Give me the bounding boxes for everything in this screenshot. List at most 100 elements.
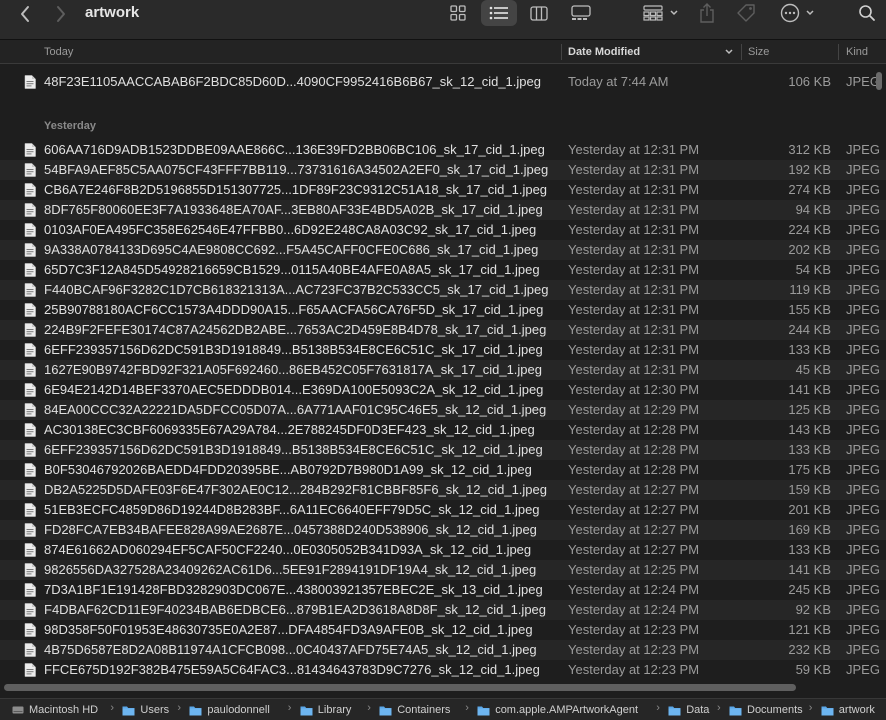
file-row[interactable]: 8DF765F80060EE3F7A1933648EA70AF...3EB80A… — [0, 200, 886, 220]
jpeg-file-icon — [24, 203, 36, 217]
window-title: artwork — [85, 4, 140, 21]
sort-chevron-icon — [725, 49, 733, 55]
path-crumb[interactable]: com.apple.AMPArtworkAgent — [477, 702, 638, 718]
file-row[interactable]: 48F23E1105AACCABAB6F2BDC85D60D...4090CF9… — [0, 72, 886, 92]
path-crumb[interactable]: Data — [668, 702, 709, 718]
file-kind: JPEG — [846, 162, 880, 177]
column-header-name[interactable]: Today — [44, 40, 73, 64]
file-row[interactable]: 25B90788180ACF6CC1573A4DDD90A15...F65AAC… — [0, 300, 886, 320]
path-crumb[interactable]: Documents — [729, 702, 803, 718]
file-row[interactable]: 6EFF239357156D62DC591B3D1918849...B5138B… — [0, 440, 886, 460]
column-header-kind[interactable]: Kind — [846, 40, 868, 64]
path-crumb[interactable]: paulodonnell — [189, 702, 270, 718]
jpeg-file-icon — [24, 403, 36, 417]
file-date-modified: Yesterday at 12:31 PM — [568, 362, 700, 377]
tag-button[interactable] — [734, 0, 758, 26]
file-kind: JPEG — [846, 562, 880, 577]
path-separator-icon: › — [808, 702, 813, 714]
horizontal-scrollbar[interactable] — [4, 684, 796, 691]
column-divider[interactable] — [741, 44, 742, 60]
file-name: 6EFF239357156D62DC591B3D1918849...B5138B… — [44, 442, 543, 457]
group-by-button[interactable] — [641, 0, 681, 26]
file-row[interactable]: 1627E90B9742FBD92F321A05F692460...86EB45… — [0, 360, 886, 380]
file-row[interactable]: 9A338A0784133D695C4AE9808CC692...F5A45CA… — [0, 240, 886, 260]
file-row[interactable]: 606AA716D9ADB1523DDBE09AAE866C...136E39F… — [0, 140, 886, 160]
file-kind: JPEG — [846, 182, 880, 197]
file-row[interactable]: 51EB3ECFC4859D86D19244D8B283BF...6A11EC6… — [0, 500, 886, 520]
share-button[interactable] — [698, 0, 716, 26]
file-size: 119 KB — [789, 282, 831, 297]
path-separator-icon: › — [287, 702, 292, 714]
file-name: DB2A5225D5DAFE03F6E47F302AE0C12...284B29… — [44, 482, 547, 497]
file-row[interactable]: AC30138EC3CBF6069335E67A29A784...2E78824… — [0, 420, 886, 440]
path-separator-icon: › — [465, 702, 469, 714]
file-row[interactable]: 84EA00CCC32A22221DA5DFCC05D07A...6A771AA… — [0, 400, 886, 420]
file-row[interactable]: 9826556DA327528A23409262AC61D6...5EE91F2… — [0, 560, 886, 580]
path-crumb[interactable]: artwork — [821, 702, 875, 718]
file-row[interactable]: DB2A5225D5DAFE03F6E47F302AE0C12...284B29… — [0, 480, 886, 500]
column-header-size[interactable]: Size — [748, 40, 769, 64]
file-kind: JPEG — [846, 202, 880, 217]
file-kind: JPEG — [846, 582, 880, 597]
file-row[interactable]: 98D358F50F01953E48630735E0A2E87...DFA485… — [0, 620, 886, 640]
file-row[interactable]: 4B75D6587E8D2A08B11974A1CFCB098...0C4043… — [0, 640, 886, 660]
file-row[interactable]: 7D3A1BF1E191428FBD3282903DC067E...438003… — [0, 580, 886, 600]
path-crumb[interactable]: Macintosh HD — [12, 702, 98, 718]
file-row[interactable]: B0F53046792026BAEDD4FDD20395BE...AB0792D… — [0, 460, 886, 480]
column-view-button[interactable] — [527, 0, 551, 26]
gallery-view-button[interactable] — [569, 0, 593, 26]
folder-icon — [477, 705, 490, 716]
icon-view-button[interactable] — [446, 0, 470, 26]
file-row[interactable]: FFCE675D192F382B475E59A5C64FAC3...814346… — [0, 660, 886, 680]
jpeg-file-icon — [24, 663, 36, 677]
share-icon — [700, 3, 714, 23]
file-row[interactable]: 874E61662AD060294EF5CAF50CF2240...0E0305… — [0, 540, 886, 560]
folder-icon — [122, 705, 135, 716]
file-kind: JPEG — [846, 502, 880, 517]
list-view-button[interactable] — [481, 0, 517, 26]
path-crumb[interactable]: Containers — [379, 702, 450, 718]
file-date-modified: Yesterday at 12:31 PM — [568, 142, 700, 157]
file-row[interactable]: 224B9F2FEFE30174C87A24562DB2ABE...7653AC… — [0, 320, 886, 340]
file-row[interactable]: 6EFF239357156D62DC591B3D1918849...B5138B… — [0, 340, 886, 360]
file-date-modified: Yesterday at 12:27 PM — [568, 542, 700, 557]
path-crumb[interactable]: Library — [300, 702, 351, 718]
file-row[interactable]: 54BFA9AEF85C5AA075CF43FFF7BB119...737316… — [0, 160, 886, 180]
file-row[interactable]: 0103AF0EA495FC358E62546E47FFBB0...6D92E2… — [0, 220, 886, 240]
folder-icon — [821, 705, 834, 716]
file-date-modified: Yesterday at 12:23 PM — [568, 642, 700, 657]
file-size: 274 KB — [788, 182, 831, 197]
column-header-date-modified[interactable]: Date Modified — [568, 40, 640, 64]
file-row[interactable]: F4DBAF62CD11E9F40234BAB6EDBCE6...879B1EA… — [0, 600, 886, 620]
file-date-modified: Today at 7:44 AM — [568, 74, 669, 89]
file-kind: JPEG — [846, 302, 880, 317]
column-divider[interactable] — [838, 44, 839, 60]
jpeg-file-icon — [24, 75, 36, 89]
column-divider[interactable] — [561, 44, 562, 60]
action-menu-button[interactable] — [777, 0, 817, 26]
chevron-left-icon — [21, 6, 29, 22]
file-row[interactable]: F440BCAF96F3282C1D7CB618321313A...AC723F… — [0, 280, 886, 300]
back-button[interactable] — [14, 3, 36, 25]
file-row[interactable]: 6E94E2142D14BEF3370AEC5EDDDB014...E369DA… — [0, 380, 886, 400]
forward-button[interactable] — [50, 3, 72, 25]
file-row[interactable]: 65D7C3F12A845D54928216659CB1529...0115A4… — [0, 260, 886, 280]
file-row[interactable]: FD28FCA7EB34BAFEE828A99AE2687E...0457388… — [0, 520, 886, 540]
jpeg-file-icon — [24, 223, 36, 237]
file-kind: JPEG — [846, 442, 880, 457]
file-date-modified: Yesterday at 12:31 PM — [568, 182, 700, 197]
chevron-right-icon — [57, 6, 65, 22]
section-label-yesterday: Yesterday — [44, 120, 96, 132]
file-kind: JPEG — [846, 362, 880, 377]
file-name: CB6A7E246F8B2D5196855D151307725...1DF89F… — [44, 182, 548, 197]
file-size: 202 KB — [788, 242, 831, 257]
search-button[interactable] — [856, 0, 878, 26]
path-crumb[interactable]: Users — [122, 702, 169, 718]
column-header: Today Date Modified Size Kind — [0, 40, 886, 64]
vertical-scrollbar[interactable] — [876, 72, 882, 90]
file-date-modified: Yesterday at 12:28 PM — [568, 462, 700, 477]
finder-window: artwork Today Date Modified Size Kind 48… — [0, 0, 886, 720]
jpeg-file-icon — [24, 423, 36, 437]
file-size: 201 KB — [788, 502, 831, 517]
file-row[interactable]: CB6A7E246F8B2D5196855D151307725...1DF89F… — [0, 180, 886, 200]
